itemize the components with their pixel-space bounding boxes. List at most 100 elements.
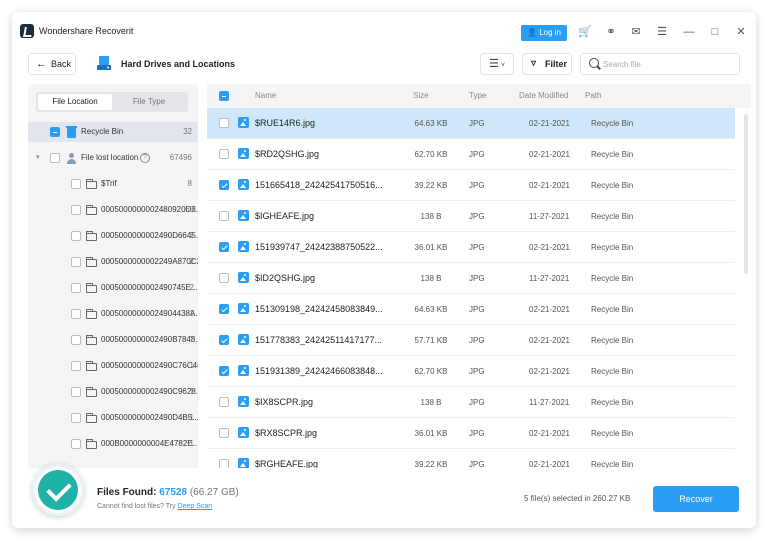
caret-down-icon[interactable]: ▾ xyxy=(36,148,40,168)
table-row[interactable]: 151778383_24242511417177... 57.71 KB JPG 02… xyxy=(207,325,735,356)
file-type: JPG xyxy=(469,119,485,128)
folder-checkbox[interactable] xyxy=(71,205,81,215)
row-checkbox[interactable] xyxy=(219,304,229,314)
sidebar-folder-item[interactable]: 0005000000002249A870C2... 2 xyxy=(28,252,198,272)
sidebar-folder-item[interactable]: 0005000000002490C9628... 1 xyxy=(28,382,198,402)
folder-checkbox[interactable] xyxy=(71,361,81,371)
file-size: 57.71 KB xyxy=(414,336,448,345)
login-label: Log in xyxy=(539,28,561,37)
chevron-down-icon: ˅ xyxy=(498,62,505,69)
sidebar-folder-item[interactable]: 0005000000002490C76C4F... 1 xyxy=(28,356,198,376)
file-list-header: Name Size Type Date Modified Path xyxy=(207,84,751,108)
row-checkbox[interactable] xyxy=(219,149,229,159)
file-size: 39.22 KB xyxy=(414,460,448,469)
sidebar-item-recycle-bin[interactable]: Recycle Bin 32 xyxy=(28,122,198,142)
folder-checkbox[interactable] xyxy=(71,413,81,423)
help-icon[interactable]: ? xyxy=(140,153,150,163)
sidebar-item-count: 1 xyxy=(189,439,194,448)
sidebar-item-count: 7 xyxy=(189,335,194,344)
row-checkbox[interactable] xyxy=(219,211,229,221)
list-view-icon: ☰ xyxy=(489,58,499,70)
table-row[interactable]: 151939747_24242388750522... 36.01 KB JPG 02… xyxy=(207,232,735,263)
row-checkbox[interactable] xyxy=(219,335,229,345)
row-checkbox[interactable] xyxy=(219,366,229,376)
tab-file-type[interactable]: File Type xyxy=(112,94,186,110)
column-header-date[interactable]: Date Modified xyxy=(519,84,568,108)
deep-scan-link[interactable]: Deep Scan xyxy=(178,503,213,510)
minimize-icon[interactable]: — xyxy=(682,25,696,39)
table-row[interactable]: $IX8SCPR.jpg 138 B JPG 11-27-2021 Recycle Bi… xyxy=(207,387,735,418)
row-checkbox[interactable] xyxy=(219,180,229,190)
sidebar-item-label: 00050000000024904438A... xyxy=(101,309,198,318)
headset-icon[interactable]: ⚭ xyxy=(604,25,618,39)
search-input[interactable] xyxy=(603,57,733,72)
sidebar-item-label: 000B0000000004E4782E... xyxy=(101,439,198,448)
file-type: JPG xyxy=(469,336,485,345)
sidebar-folder-item[interactable]: 0005000000002490D6645... 1 xyxy=(28,226,198,246)
menu-icon[interactable]: ☰ xyxy=(655,25,669,39)
file-name: $IX8SCPR.jpg xyxy=(255,397,314,407)
files-found: Files Found: 67528 (66.27 GB) xyxy=(97,487,239,498)
file-date: 02-21-2021 xyxy=(529,460,570,469)
file-path: Recycle Bin xyxy=(591,367,634,376)
folder-checkbox[interactable] xyxy=(71,439,81,449)
sidebar-folder-item[interactable]: 000B0000000004E4782E... 1 xyxy=(28,434,198,454)
close-icon[interactable]: ✕ xyxy=(734,25,748,39)
column-header-type[interactable]: Type xyxy=(469,84,486,108)
folder-checkbox[interactable] xyxy=(71,231,81,241)
folder-checkbox[interactable] xyxy=(71,387,81,397)
table-row[interactable]: 151665418_24242541750516... 39.22 KB JPG 02… xyxy=(207,170,735,201)
tab-file-location[interactable]: File Location xyxy=(38,94,112,110)
table-row[interactable]: 151309198_24242458083849... 64.63 KB JPG 02… xyxy=(207,294,735,325)
cart-icon[interactable]: 🛒 xyxy=(578,25,592,39)
files-found-label: Files Found: xyxy=(97,487,157,498)
filter-button[interactable]: ▿ Filter xyxy=(522,53,572,75)
lost-location-checkbox[interactable] xyxy=(50,153,60,163)
table-row[interactable]: $ID2QSHG.jpg 138 B JPG 11-27-2021 Recycle Bi… xyxy=(207,263,735,294)
column-header-size[interactable]: Size xyxy=(413,84,429,108)
table-row[interactable]: $RGHEAFE.jpg 39.22 KB JPG 02-21-2021 Recycle… xyxy=(207,449,735,470)
scrollbar[interactable] xyxy=(744,114,748,274)
row-checkbox[interactable] xyxy=(219,242,229,252)
footer xyxy=(12,468,756,528)
sidebar-folder-item[interactable]: 0005000000002490D4B5... 1 xyxy=(28,408,198,428)
column-header-name[interactable]: Name xyxy=(255,84,276,108)
maximize-icon[interactable]: □ xyxy=(708,25,722,39)
recover-button[interactable]: Recover xyxy=(653,486,739,512)
sidebar-item-count: 1 xyxy=(189,309,194,318)
table-row[interactable]: $RD2QSHG.jpg 62.70 KB JPG 02-21-2021 Recycle… xyxy=(207,139,735,170)
folder-checkbox[interactable] xyxy=(71,309,81,319)
row-checkbox[interactable] xyxy=(219,428,229,438)
file-type: JPG xyxy=(469,305,485,314)
folder-checkbox[interactable] xyxy=(71,335,81,345)
table-row[interactable]: $IGHEAFE.jpg 138 B JPG 11-27-2021 Recycle Bi… xyxy=(207,201,735,232)
sidebar-item-lost-location[interactable]: ▾ File lost location ? 67496 xyxy=(28,148,198,168)
view-toggle-button[interactable]: ☰ ˅ xyxy=(480,53,514,75)
image-file-icon xyxy=(238,427,249,438)
table-row[interactable]: $RUE14R6.jpg 64.63 KB JPG 02-21-2021 Recycle… xyxy=(207,108,735,139)
column-header-path[interactable]: Path xyxy=(585,84,601,108)
table-row[interactable]: $RX8SCPR.jpg 36.01 KB JPG 02-21-2021 Recycle… xyxy=(207,418,735,449)
select-all-checkbox[interactable] xyxy=(219,91,229,101)
folder-checkbox[interactable] xyxy=(71,257,81,267)
sidebar-folder-item[interactable]: 0005000000002480920D3... 68 xyxy=(28,200,198,220)
sidebar-folder-item[interactable]: 00050000000024904438A... 1 xyxy=(28,304,198,324)
row-checkbox[interactable] xyxy=(219,118,229,128)
row-checkbox[interactable] xyxy=(219,397,229,407)
sidebar-folder-item[interactable]: $Trif 8 xyxy=(28,174,198,194)
sidebar-folder-item[interactable]: 0005000000002490B7848... 7 xyxy=(28,330,198,350)
file-name: $RUE14R6.jpg xyxy=(255,118,316,128)
folder-icon xyxy=(86,335,97,345)
mail-icon[interactable]: ✉ xyxy=(629,25,643,39)
image-file-icon xyxy=(238,334,249,345)
table-row[interactable]: 151931389_24242466083848... 62.70 KB JPG 02… xyxy=(207,356,735,387)
back-button[interactable]: ← Back xyxy=(28,53,76,75)
file-path: Recycle Bin xyxy=(591,336,634,345)
login-button[interactable]: 👤 Log in xyxy=(521,25,567,41)
recycle-bin-checkbox[interactable] xyxy=(50,127,60,137)
sidebar-folder-item[interactable]: 0005000000002490745E... 2 xyxy=(28,278,198,298)
row-checkbox[interactable] xyxy=(219,273,229,283)
folder-checkbox[interactable] xyxy=(71,283,81,293)
folder-checkbox[interactable] xyxy=(71,179,81,189)
file-date: 11-27-2021 xyxy=(529,398,570,407)
